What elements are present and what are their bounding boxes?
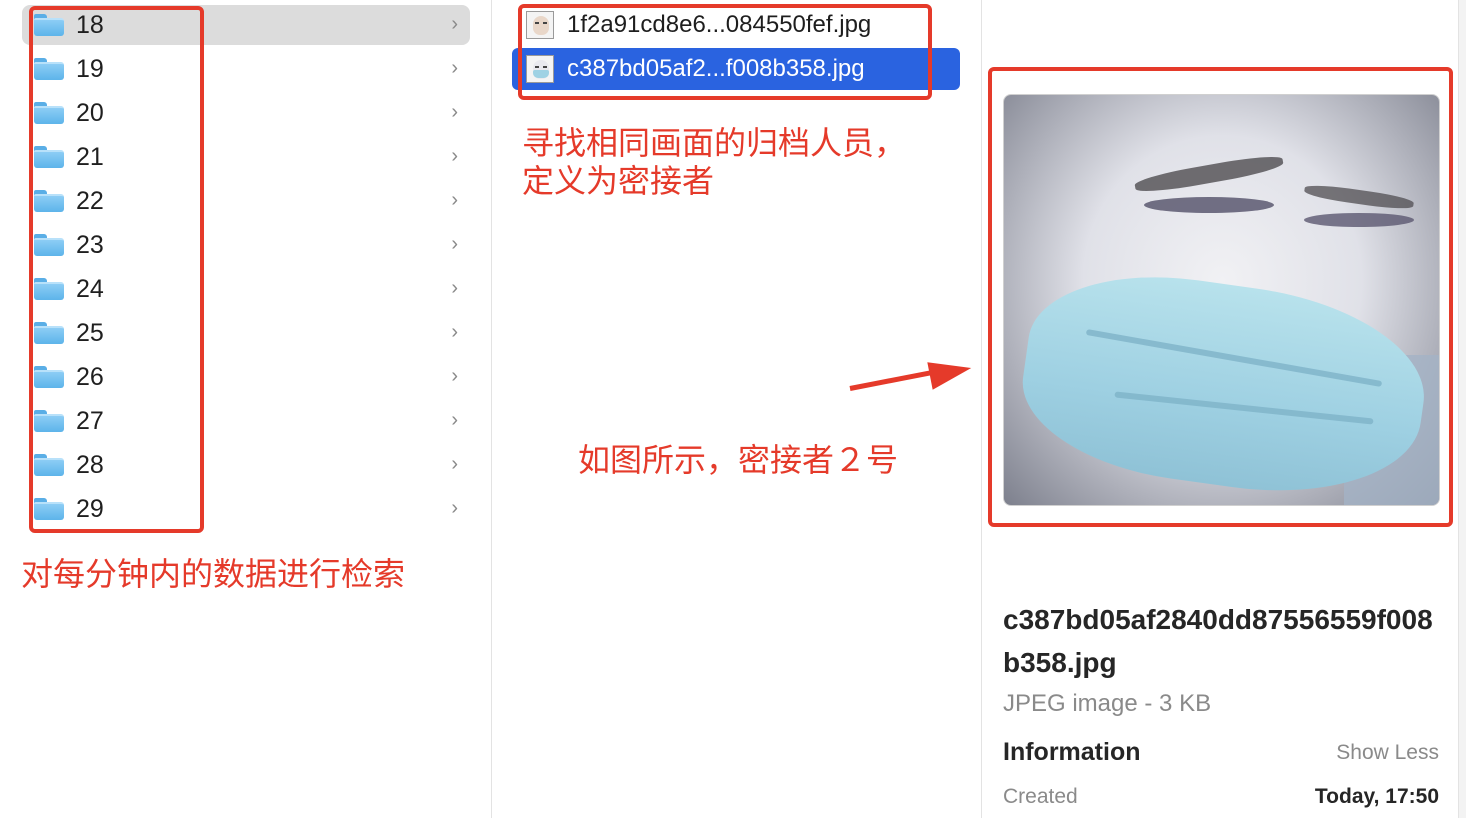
information-heading: Information [1003, 738, 1141, 766]
chevron-right-icon: › [451, 277, 458, 299]
chevron-right-icon: › [451, 145, 458, 167]
chevron-right-icon: › [451, 189, 458, 211]
annotation-preview-note: 如图所示，密接者２号 [578, 441, 899, 479]
chevron-right-icon: › [451, 233, 458, 255]
annotation-folders-note: 对每分钟内的数据进行检索 [21, 555, 406, 593]
annotation-files-note-line2: 定义为密接者 [522, 162, 715, 200]
chevron-right-icon: › [451, 13, 458, 35]
chevron-right-icon: › [451, 101, 458, 123]
annotation-box-folders [29, 6, 204, 533]
annotation-box-preview [988, 67, 1453, 527]
annotation-arrow-head [927, 354, 974, 390]
chevron-right-icon: › [451, 453, 458, 475]
created-value: Today, 17:50 [1314, 785, 1439, 808]
column-divider[interactable] [491, 0, 492, 818]
created-label: Created [1003, 785, 1078, 808]
chevron-right-icon: › [451, 321, 458, 343]
chevron-right-icon: › [451, 365, 458, 387]
show-less-button[interactable]: Show Less [1336, 741, 1439, 765]
annotation-box-files [518, 4, 932, 100]
preview-file-kind: JPEG image - 3 KB [1003, 690, 1212, 717]
chevron-right-icon: › [451, 57, 458, 79]
chevron-right-icon: › [451, 409, 458, 431]
preview-file-name: c387bd05af2840dd87556559f008b358.jpg [1003, 604, 1433, 678]
finder-window: 18 › 19 › 20 › 21 › 22 › 23 › 24 › 25 › 26 › 27 › 28 › 29 › 1f2… [0, 0, 1466, 818]
annotation-files-note-line1: 寻找相同画面的归档人员， [522, 124, 907, 162]
chevron-right-icon: › [451, 497, 458, 519]
column-divider[interactable] [981, 0, 982, 818]
scrollbar[interactable] [1458, 0, 1466, 818]
